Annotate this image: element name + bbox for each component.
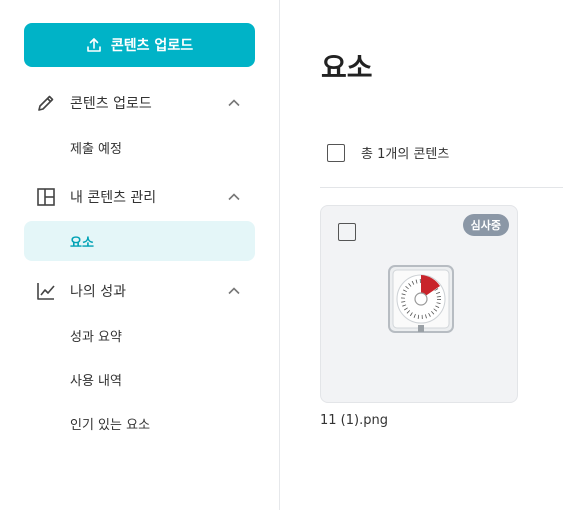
line-chart-icon <box>35 280 57 302</box>
section-content-upload[interactable]: 콘텐츠 업로드 <box>24 83 255 123</box>
sidebar-item-usage-history[interactable]: 사용 내역 <box>24 359 255 399</box>
card-checkbox[interactable] <box>338 223 356 241</box>
status-badge: 심사중 <box>462 214 509 236</box>
sidebar-item-elements[interactable]: 요소 <box>24 221 255 261</box>
sidebar: 콘텐츠 업로드 콘텐츠 업로드 제출 예정 내 콘텐츠 관리 요소 나의 성과 <box>0 0 280 510</box>
content-count-label: 총 1개의 콘텐츠 <box>361 147 450 162</box>
page-title: 요소 <box>321 51 373 84</box>
select-all-checkbox[interactable] <box>327 143 345 162</box>
upload-content-button[interactable]: 콘텐츠 업로드 <box>24 23 255 67</box>
pencil-icon <box>35 92 57 114</box>
timer-clock-image <box>388 265 454 333</box>
content-filename[interactable]: 11 (1).png <box>320 413 388 428</box>
select-all-row: 총 1개의 콘텐츠 <box>327 143 449 162</box>
upload-button-label: 콘텐츠 업로드 <box>110 38 194 54</box>
section-my-performance[interactable]: 나의 성과 <box>24 271 255 311</box>
sidebar-item-popular-elements[interactable]: 인기 있는 요소 <box>24 403 255 443</box>
divider <box>320 187 563 188</box>
content-card[interactable]: 심사중 <box>320 205 518 403</box>
sidebar-item-performance-summary[interactable]: 성과 요약 <box>24 315 255 355</box>
section-my-content[interactable]: 내 콘텐츠 관리 <box>24 177 255 217</box>
grid-layout-icon <box>35 186 57 208</box>
upload-icon <box>86 37 102 53</box>
main-content: 요소 총 1개의 콘텐츠 심사중 11 (1).png <box>281 0 563 510</box>
section-label: 내 콘텐츠 관리 <box>70 190 157 206</box>
section-label: 나의 성과 <box>70 284 126 300</box>
sidebar-item-scheduled[interactable]: 제출 예정 <box>24 127 255 167</box>
chevron-up-icon[interactable] <box>227 284 241 298</box>
chevron-up-icon[interactable] <box>227 190 241 204</box>
chevron-up-icon[interactable] <box>227 96 241 110</box>
section-label: 콘텐츠 업로드 <box>70 96 152 112</box>
